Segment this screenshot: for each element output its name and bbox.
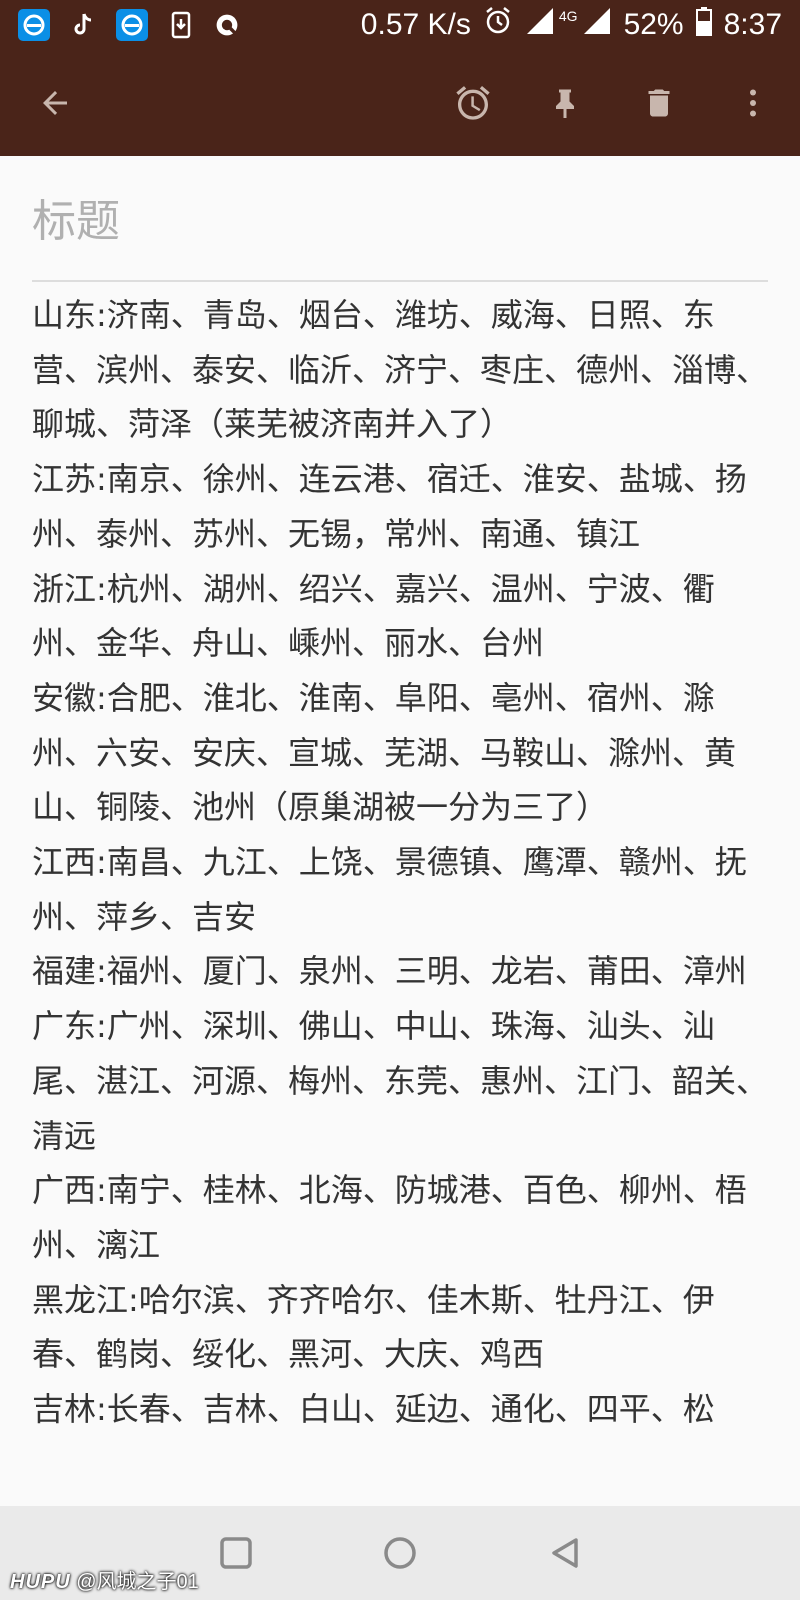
note-toolbar [0, 50, 800, 156]
tiktok-icon [70, 10, 96, 40]
title-divider [32, 280, 768, 282]
note-line: 江苏:南京、徐州、连云港、宿迁、淮安、盐城、扬州、泰州、苏州、无锡，常州、南通、… [32, 460, 747, 553]
download-icon [168, 10, 194, 40]
pin-icon[interactable] [540, 78, 590, 128]
browser-app-icon [116, 9, 148, 41]
note-body[interactable]: 山东:济南、青岛、烟台、潍坊、威海、日照、东营、滨州、泰安、临沂、济宁、枣庄、德… [32, 288, 772, 1437]
q-app-icon [214, 10, 240, 40]
note-line: 吉林:长春、吉林、白山、延边、通化、四平、松 [32, 1390, 715, 1429]
home-circle-icon[interactable] [375, 1528, 425, 1578]
title-input[interactable] [32, 196, 768, 246]
delete-icon[interactable] [634, 78, 684, 128]
more-vert-icon[interactable] [728, 78, 778, 128]
status-indicators: 0.57 K/s 4G 52% 8:37 [361, 0, 782, 50]
signal-icon [582, 6, 612, 44]
watermark: HUPU @风城之子01 [10, 1565, 199, 1594]
note-line: 广东:广州、深圳、佛山、中山、珠海、汕头、汕尾、湛江、河源、梅州、东莞、惠州、江… [32, 1007, 769, 1155]
signal-icon [525, 6, 555, 44]
back-arrow-icon[interactable] [30, 78, 80, 128]
note-editor: 山东:济南、青岛、烟台、潍坊、威海、日照、东营、滨州、泰安、临沂、济宁、枣庄、德… [0, 156, 800, 1506]
network-type: 4G [558, 8, 578, 24]
note-line: 山东:济南、青岛、烟台、潍坊、威海、日照、东营、滨州、泰安、临沂、济宁、枣庄、德… [32, 296, 769, 444]
battery-icon [695, 6, 712, 44]
clock: 8:37 [723, 8, 782, 41]
watermark-brand: HUPU [10, 1571, 71, 1593]
alarm-icon [483, 6, 513, 44]
note-line: 安徽:合肥、淮北、淮南、阜阳、亳州、宿州、滁州、六安、安庆、宣城、芜湖、马鞍山、… [32, 678, 737, 827]
browser-app-icon [18, 9, 50, 41]
notification-icons [0, 9, 240, 41]
note-line: 江西:南昌、九江、上饶、景德镇、鹰潭、赣州、抚州、萍乡、吉安 [32, 843, 747, 936]
note-line: 黑龙江:哈尔滨、齐齐哈尔、佳木斯、牡丹江、伊春、鹤岗、绥化、黑河、大庆、鸡西 [32, 1280, 715, 1374]
back-triangle-icon[interactable] [540, 1528, 590, 1578]
net-speed: 0.57 K/s [360, 8, 471, 41]
note-line: 浙江:杭州、湖州、绍兴、嘉兴、温州、宁波、衢州、金华、舟山、嵊州、丽水、台州 [32, 569, 715, 663]
note-line: 广西:南宁、桂林、北海、防城港、百色、柳州、梧州、漓江 [32, 1171, 747, 1264]
battery-percent: 52% [623, 8, 684, 41]
system-nav-bar: HUPU @风城之子01 [0, 1506, 800, 1600]
note-line: 福建:福州、厦门、泉州、三明、龙岩、莆田、漳州 [32, 952, 747, 991]
alarm-reminder-icon[interactable] [448, 78, 498, 128]
status-bar: 0.57 K/s 4G 52% 8:37 [0, 0, 800, 50]
watermark-user: @风城之子01 [76, 1571, 199, 1593]
recents-square-icon[interactable] [211, 1528, 261, 1578]
